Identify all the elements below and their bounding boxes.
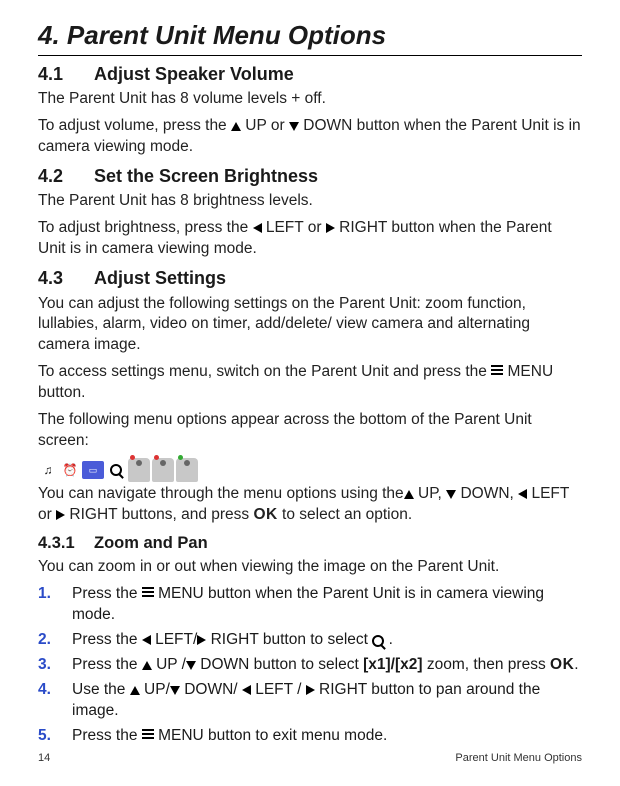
- body-text: The Parent Unit has 8 brightness levels.: [38, 191, 582, 212]
- body-text: You can zoom in or out when viewing the …: [38, 557, 582, 578]
- section-4-1-heading: 4.1Adjust Speaker Volume: [38, 62, 582, 86]
- zoom-icon: [372, 635, 384, 647]
- camera-icon: [128, 458, 150, 482]
- section-4-3-1-heading: 4.3.1Zoom and Pan: [38, 532, 582, 554]
- section-4-3-heading: 4.3Adjust Settings: [38, 266, 582, 290]
- up-icon: [142, 661, 152, 670]
- down-icon: [446, 490, 456, 499]
- list-item: 4. Use the UP/ DOWN/ LEFT / RIGHT button…: [38, 680, 582, 722]
- menu-icon: [142, 729, 154, 741]
- body-text: To adjust volume, press the UP or DOWN b…: [38, 116, 582, 158]
- page-number: 14: [38, 751, 50, 766]
- menu-icon: [491, 365, 503, 377]
- down-icon: [170, 686, 180, 695]
- page-title: 4. Parent Unit Menu Options: [38, 18, 582, 56]
- menu-icon: [142, 587, 154, 599]
- camera-icon: [176, 458, 198, 482]
- body-text: To access settings menu, switch on the P…: [38, 362, 582, 404]
- camera-icon: [152, 458, 174, 482]
- timer-icon: ▭: [82, 461, 104, 479]
- up-icon: [130, 686, 140, 695]
- body-text: To adjust brightness, press the LEFT or …: [38, 218, 582, 260]
- zoom-icon: [106, 460, 126, 480]
- list-item: 5. Press the MENU button to exit menu mo…: [38, 726, 582, 747]
- footer-section: Parent Unit Menu Options: [455, 751, 582, 766]
- body-text: You can navigate through the menu option…: [38, 484, 582, 526]
- right-icon: [197, 635, 206, 645]
- section-4-2-heading: 4.2Set the Screen Brightness: [38, 164, 582, 188]
- body-text: The following menu options appear across…: [38, 410, 582, 452]
- down-icon: [186, 661, 196, 670]
- right-icon: [306, 685, 315, 695]
- steps-list: 1. Press the MENU button when the Parent…: [38, 584, 582, 746]
- down-icon: [289, 122, 299, 131]
- page-footer: 14 Parent Unit Menu Options: [38, 751, 582, 766]
- music-icon: ♫: [38, 460, 58, 480]
- list-item: 1. Press the MENU button when the Parent…: [38, 584, 582, 626]
- alarm-icon: ⏰: [60, 460, 80, 480]
- up-icon: [404, 490, 414, 499]
- left-icon: [253, 223, 262, 233]
- left-icon: [242, 685, 251, 695]
- menu-icon-strip: ♫ ⏰ ▭: [38, 458, 582, 482]
- right-icon: [56, 510, 65, 520]
- list-item: 2. Press the LEFT/ RIGHT button to selec…: [38, 630, 582, 651]
- left-icon: [518, 489, 527, 499]
- left-icon: [142, 635, 151, 645]
- body-text: The Parent Unit has 8 volume levels + of…: [38, 89, 582, 110]
- body-text: You can adjust the following settings on…: [38, 294, 582, 357]
- up-icon: [231, 122, 241, 131]
- right-icon: [326, 223, 335, 233]
- list-item: 3. Press the UP / DOWN button to select …: [38, 655, 582, 676]
